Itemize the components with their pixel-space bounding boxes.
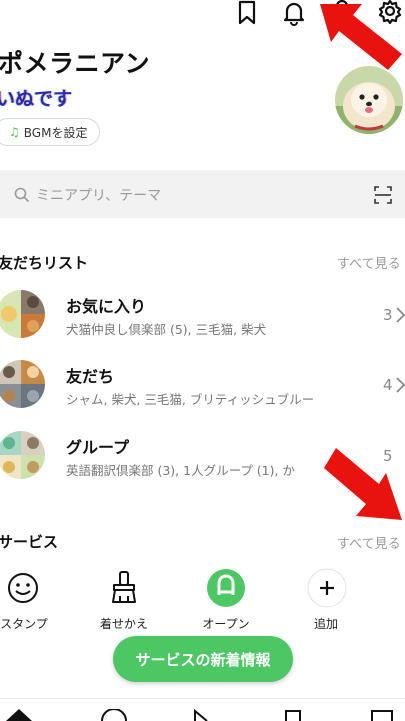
friends-see-all-link[interactable]: すべて見る — [337, 253, 401, 272]
groups-thumbnail — [0, 431, 45, 479]
chevron-right-icon[interactable] — [396, 377, 405, 393]
bgm-label: BGMを設定 — [23, 125, 88, 140]
service-news-button[interactable]: サービスの新着情報 — [113, 636, 293, 682]
favorites-count: 3 — [383, 306, 393, 324]
music-note-icon: ♫ — [9, 125, 20, 139]
search-icon — [14, 187, 30, 203]
friends-subtitle: シャム, 柴犬, 三毛猫, ブリティッシュブルー — [66, 392, 315, 407]
profile-status-message: いぬです — [0, 88, 73, 110]
openchat-icon[interactable] — [206, 568, 246, 608]
profile-name: ポメラニアン — [0, 49, 151, 78]
favorites-thumbnail — [0, 290, 45, 338]
favorites-subtitle: 犬猫仲良し倶楽部 (5), 三毛猫, 柴犬 — [66, 322, 267, 337]
service-sticker-label[interactable]: スタンプ — [0, 615, 64, 632]
bottom-tab-bar — [0, 698, 405, 721]
services-see-all-link[interactable]: すべて見る — [337, 533, 401, 552]
plus-icon[interactable] — [307, 568, 347, 608]
annotation-arrow-bottom — [322, 446, 405, 524]
favorites-title[interactable]: お気に入り — [66, 293, 146, 317]
friends-thumbnail — [0, 360, 45, 408]
profile-avatar[interactable] — [335, 66, 403, 134]
brush-icon[interactable] — [108, 570, 140, 604]
groups-title[interactable]: グループ — [66, 434, 129, 458]
service-theme-label[interactable]: 着せかえ — [84, 615, 164, 632]
news-tab-icon[interactable] — [284, 709, 302, 721]
chevron-right-icon[interactable] — [396, 307, 405, 323]
wallet-tab-icon[interactable] — [370, 709, 394, 721]
chat-tab-icon[interactable] — [100, 709, 128, 721]
voom-tab-icon[interactable] — [192, 709, 212, 721]
smiley-icon[interactable] — [7, 572, 39, 604]
qr-scan-icon[interactable] — [374, 186, 392, 204]
groups-subtitle: 英語翻訳倶楽部 (3), 1人グループ (1), か — [66, 463, 295, 478]
friends-list-title: 友だちリスト — [0, 254, 89, 272]
bgm-button[interactable]: ♫ BGMを設定 — [0, 118, 101, 146]
service-openchat-label[interactable]: オープン — [186, 615, 266, 632]
friends-title[interactable]: 友だち — [66, 363, 114, 387]
search-input[interactable]: ミニアプリ、テーマ — [36, 185, 161, 205]
bookmark-icon[interactable] — [234, 0, 260, 26]
bell-icon[interactable] — [281, 0, 307, 26]
service-add-label[interactable]: 追加 — [286, 615, 366, 632]
home-tab-icon[interactable] — [4, 707, 34, 721]
annotation-arrow-top — [310, 0, 405, 72]
friends-count: 4 — [383, 376, 393, 394]
services-title: サービス — [0, 533, 59, 551]
